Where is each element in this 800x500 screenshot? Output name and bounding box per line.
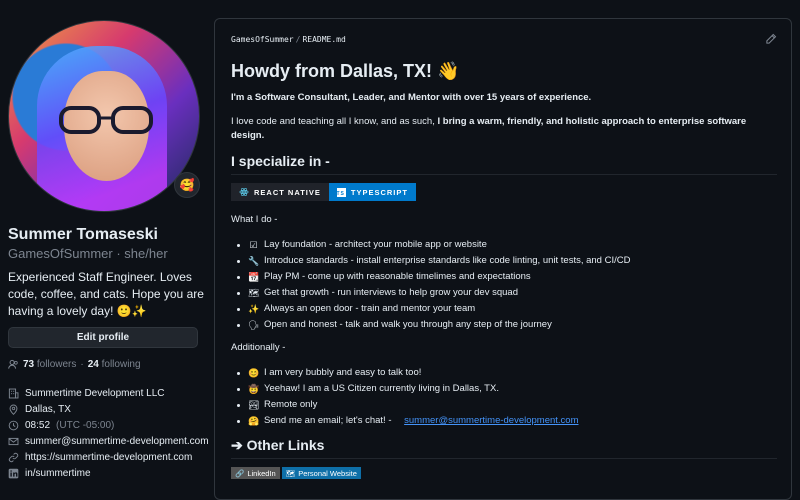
intro-bold: I'm a Software Consultant, Leader, and M… (231, 92, 592, 103)
list-item: 🗺 Get that growth - run interviews to hel… (237, 285, 777, 301)
tech-badges: REACT NATIVE TS TYPESCRIPT (231, 183, 777, 201)
people-icon (8, 359, 18, 369)
intro-paragraph: I love code and teaching all I know, and… (231, 116, 747, 141)
location-pin-icon (8, 404, 19, 415)
edit-profile-button[interactable]: Edit profile (8, 327, 198, 348)
react-icon (239, 187, 249, 197)
profile-bio: Experienced Staff Engineer. Loves code, … (8, 270, 204, 318)
landscape-icon: 🏞 (248, 400, 260, 410)
list-item: 🤠 Yeehaw! I am a US Citizen currently liv… (237, 381, 777, 397)
hugging-face-icon: 🤗 (248, 416, 260, 426)
react-native-label: REACT NATIVE (254, 187, 321, 197)
followers-link[interactable]: 73 followers (23, 359, 76, 370)
readme-email-link[interactable]: summer@summertime-development.com (404, 413, 578, 429)
list-item: 🤗 Send me an email; let's chat! - summer@… (237, 413, 777, 429)
sparkles-icon: ✨ (248, 304, 260, 314)
mail-icon (8, 436, 19, 447)
additionally-list: 😊 I am very bubbly and easy to talk too! … (231, 365, 777, 429)
company-row: Summertime Development LLC (8, 385, 209, 401)
typescript-badge[interactable]: TS TYPESCRIPT (328, 183, 416, 201)
status-emoji-icon[interactable]: 🥰 (174, 172, 200, 198)
additionally-label: Additionally - (231, 342, 286, 353)
email-link[interactable]: summer@summertime-development.com (25, 436, 209, 447)
location-text: Dallas, TX (25, 403, 71, 415)
react-native-badge[interactable]: REACT NATIVE (231, 183, 329, 201)
typescript-label: TYPESCRIPT (350, 187, 408, 197)
time-row: 08:52 (UTC -05:00) (8, 417, 209, 433)
list-item: 📆 Play PM - come up with reasonable timel… (237, 269, 777, 285)
what-i-do-label: What I do - (231, 214, 278, 225)
linkedin-row[interactable]: in/summertime (8, 465, 209, 481)
other-links-heading: ➔ Other Links (231, 437, 777, 459)
avatar[interactable] (8, 20, 200, 212)
breadcrumb-repo[interactable]: GamesOfSummer (231, 35, 294, 44)
breadcrumb: GamesOfSummer / README.md (231, 35, 346, 44)
local-time: 08:52 (25, 419, 51, 431)
profile-login: GamesOfSummer · she/her (8, 246, 168, 261)
personal-website-badge[interactable]: 🗺 Personal Website (281, 467, 361, 479)
speaking-head-icon: 🗣 (248, 320, 260, 330)
profile-sidebar: 🥰 Summer Tomaseski GamesOfSummer · she/h… (0, 0, 210, 493)
specialize-heading: I specialize in - (231, 153, 777, 175)
building-icon (8, 388, 19, 399)
timezone: (UTC -05:00) (56, 419, 115, 431)
smiley-icon: 😊 (248, 368, 260, 378)
list-item: 😊 I am very bubbly and easy to talk too! (237, 365, 777, 381)
map-icon: 🗺 (248, 288, 260, 298)
link-icon (8, 452, 19, 463)
linkedin-badge[interactable]: 🔗 LinkedIn (231, 467, 280, 479)
profile-name: Summer Tomaseski (8, 226, 158, 243)
linkedin-icon (8, 468, 19, 479)
avatar-glasses (59, 106, 153, 134)
company-text: Summertime Development LLC (25, 387, 165, 399)
following-link[interactable]: 24 following (88, 359, 141, 370)
link-badges: 🔗 LinkedIn 🗺 Personal Website (231, 467, 777, 479)
readme-panel: GamesOfSummer / README.md Howdy from Dalla… (214, 18, 792, 500)
list-item: 🏞 Remote only (237, 397, 777, 413)
list-item: 🗣 Open and honest - talk and walk you thr… (237, 317, 777, 333)
checkbox-icon: ☑ (249, 240, 258, 250)
clock-icon (8, 420, 19, 431)
breadcrumb-file[interactable]: README.md (302, 35, 345, 44)
list-item: 🔧 Introduce standards - install enterpris… (237, 253, 777, 269)
location-row: Dallas, TX (8, 401, 209, 417)
breadcrumb-separator: / (295, 35, 301, 44)
link-icon: 🔗 (235, 468, 245, 478)
cowboy-icon: 🤠 (248, 384, 260, 394)
what-i-do-list: ☑ Lay foundation - architect your mobile … (231, 237, 777, 333)
linkedin-link[interactable]: in/summertime (25, 468, 91, 479)
pencil-icon[interactable] (765, 33, 777, 45)
follow-stats: 73 followers · 24 following (8, 359, 141, 370)
profile-details: Summertime Development LLC Dallas, TX 08… (8, 385, 209, 481)
wrench-icon: 🔧 (248, 256, 260, 266)
list-item: ☑ Lay foundation - architect your mobile … (237, 237, 777, 253)
website-link[interactable]: https://summertime-development.com (25, 452, 192, 463)
list-item: ✨ Always an open door - train and mentor … (237, 301, 777, 317)
readme-content: Howdy from Dallas, TX! 👋 I'm a Software … (231, 61, 777, 479)
calendar-icon: 📆 (248, 272, 260, 282)
dot-separator: · (80, 359, 84, 370)
website-row[interactable]: https://summertime-development.com (8, 449, 209, 465)
email-row[interactable]: summer@summertime-development.com (8, 433, 209, 449)
typescript-icon: TS (336, 187, 346, 197)
readme-title: Howdy from Dallas, TX! 👋 (231, 61, 460, 81)
map-icon: 🗺 (285, 468, 296, 478)
